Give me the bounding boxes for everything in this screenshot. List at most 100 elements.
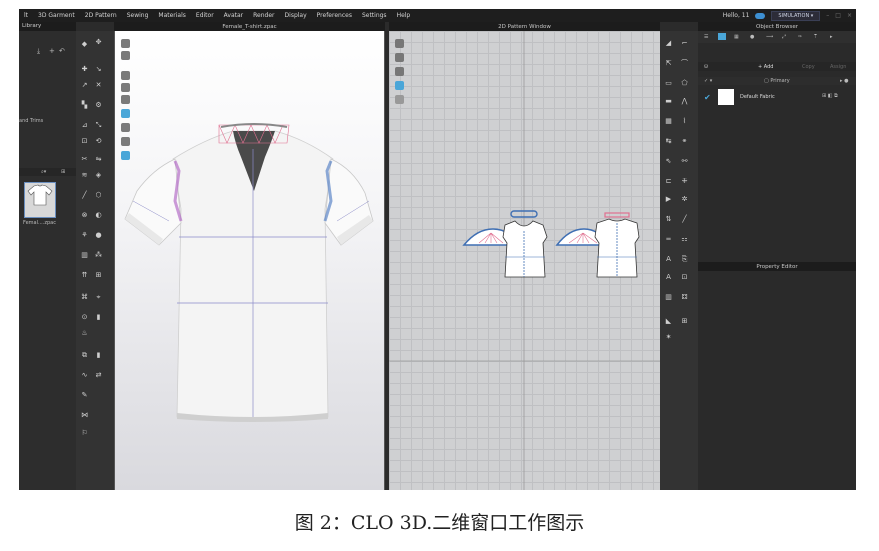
button-tool-icon[interactable]: ◈ bbox=[94, 171, 103, 179]
grid-tool-icon[interactable]: ⊞ bbox=[94, 271, 103, 279]
menu-item-render[interactable]: Render bbox=[248, 12, 279, 19]
annotation-icon[interactable]: ⎘ bbox=[680, 255, 689, 263]
gather-icon[interactable]: ✲ bbox=[680, 195, 689, 203]
measure-tool-icon[interactable]: ⊿ bbox=[80, 121, 89, 129]
filter-icon[interactable]: ⛁ bbox=[704, 64, 708, 70]
minimize-icon[interactable]: – bbox=[826, 12, 829, 19]
pattern-tab-icon[interactable]: ▦ bbox=[734, 34, 739, 40]
measure-2d-icon[interactable]: ▥ bbox=[664, 293, 673, 301]
polygon-icon[interactable]: ⬠ bbox=[680, 79, 689, 87]
arrangement-point-icon[interactable]: ⌖ bbox=[94, 293, 103, 301]
back-icon[interactable]: ↶ bbox=[59, 47, 65, 55]
internal-shape-icon[interactable]: ▬ bbox=[664, 97, 673, 105]
strap-tool-icon[interactable]: ≋ bbox=[80, 171, 89, 179]
viewport-3d[interactable] bbox=[114, 31, 385, 490]
menu-item-help[interactable]: Help bbox=[392, 12, 416, 19]
rectangle-icon[interactable]: ▭ bbox=[664, 79, 673, 87]
menu-item-materials[interactable]: Materials bbox=[153, 12, 191, 19]
text-size-icon[interactable]: A bbox=[664, 273, 673, 281]
tshirt-tab-icon[interactable]: ⍑ bbox=[814, 34, 817, 40]
menu-item-0[interactable]: lt bbox=[19, 12, 33, 19]
topstitch-tool-icon[interactable]: ⊗ bbox=[80, 211, 89, 219]
pin-tool-icon[interactable]: ✕ bbox=[94, 81, 103, 89]
fabric-grid-icon[interactable]: ⊞ bbox=[680, 317, 689, 325]
transform-tool-icon[interactable]: ✚ bbox=[80, 65, 89, 73]
tack-tool-icon[interactable]: ⚙ bbox=[94, 101, 103, 109]
menu-item-sewing[interactable]: Sewing bbox=[122, 12, 154, 19]
seam-allowance-icon[interactable]: ▦ bbox=[664, 117, 673, 125]
grade-icon[interactable]: ⚏ bbox=[680, 235, 689, 243]
shrink-tool-icon[interactable]: ⇄ bbox=[94, 371, 103, 379]
line-tab-icon[interactable]: ⟿ bbox=[766, 34, 773, 40]
menu-item-avatar[interactable]: Avatar bbox=[219, 12, 248, 19]
bake-tool-icon[interactable]: ⚐ bbox=[80, 429, 89, 437]
size-label-icon[interactable]: ⊡ bbox=[680, 273, 689, 281]
fabric-tab-icon[interactable] bbox=[718, 33, 726, 40]
pin-2d-icon[interactable]: ✶ bbox=[664, 333, 673, 341]
viewport-2d[interactable] bbox=[389, 31, 660, 490]
assign-button[interactable]: Assign bbox=[830, 64, 846, 70]
add-button[interactable]: + Add bbox=[758, 64, 773, 70]
curve-edit-icon[interactable]: ⌒ bbox=[680, 59, 689, 67]
menu-item-2d-pattern[interactable]: 2D Pattern bbox=[80, 12, 122, 19]
slash-icon[interactable]: ⚯ bbox=[680, 157, 689, 165]
pattern-select-icon[interactable]: ◢ bbox=[664, 39, 673, 47]
trace-icon[interactable]: ⇖ bbox=[664, 157, 673, 165]
stress-tool-icon[interactable]: ▮ bbox=[94, 313, 103, 321]
more-tab-icon[interactable]: ▸ bbox=[830, 34, 833, 40]
library-item-label[interactable]: and Trims bbox=[19, 118, 43, 124]
download-icon[interactable]: ⤓ bbox=[37, 47, 40, 56]
graphic-tool-icon[interactable]: ▥ bbox=[80, 251, 89, 259]
menu-item-3d-garment[interactable]: 3D Garment bbox=[33, 12, 80, 19]
search-icon[interactable]: ⌕▾ bbox=[41, 169, 46, 175]
simulation-button[interactable]: SIMULATION ▾ bbox=[771, 10, 821, 21]
brush-tool-icon[interactable]: ✎ bbox=[80, 391, 89, 399]
puckering-tool-icon[interactable]: ⁂ bbox=[94, 251, 103, 259]
sew-icon[interactable]: ⌇ bbox=[680, 117, 689, 125]
stitch-line-icon[interactable]: ═ bbox=[664, 235, 673, 243]
arrange-tool-icon[interactable]: ⊡ bbox=[80, 137, 89, 145]
close-icon[interactable]: × bbox=[847, 12, 852, 19]
layer-tool-icon[interactable]: ⧉ bbox=[80, 351, 89, 359]
pressure-tool-icon[interactable]: ⊙ bbox=[80, 313, 89, 321]
texture-tool-icon[interactable]: ◐ bbox=[94, 211, 103, 219]
dart-icon[interactable]: ⋀ bbox=[680, 97, 689, 105]
brush-2d-icon[interactable]: ◣ bbox=[664, 317, 673, 325]
maximize-icon[interactable]: □ bbox=[835, 12, 841, 19]
arrow-tab-icon[interactable]: ⤢ bbox=[782, 34, 786, 40]
edit-tool-icon[interactable]: ↗ bbox=[80, 81, 89, 89]
pleat-icon[interactable]: ▶ bbox=[664, 195, 673, 203]
fold-line-icon[interactable]: ⁜ bbox=[680, 177, 689, 185]
add-icon[interactable]: + bbox=[49, 47, 55, 55]
cut-tool-icon[interactable]: ✂ bbox=[80, 155, 89, 163]
reset-tool-icon[interactable]: ⟲ bbox=[94, 137, 103, 145]
fabric-swatch[interactable] bbox=[718, 89, 734, 105]
zipper-tool-icon[interactable]: ● bbox=[94, 231, 103, 239]
menu-item-preferences[interactable]: Preferences bbox=[312, 12, 357, 19]
line-tool-icon[interactable]: ╱ bbox=[80, 191, 89, 199]
copy-button[interactable]: Copy bbox=[802, 64, 815, 70]
notch-icon[interactable]: ⊏ bbox=[664, 177, 673, 185]
group-options-icon[interactable]: ▸ ● bbox=[840, 78, 848, 84]
needle-tab-icon[interactable]: ✑ bbox=[798, 34, 802, 40]
fitting-tool-icon[interactable]: ⇈ bbox=[80, 271, 89, 279]
shape-tool-icon[interactable]: ⬡ bbox=[94, 191, 103, 199]
pose-tool-icon[interactable]: ⌘ bbox=[80, 293, 89, 301]
heat-tool-icon[interactable]: ♨ bbox=[80, 329, 89, 337]
fur-tool-icon[interactable]: ⋈ bbox=[80, 411, 89, 419]
fold-tool-icon[interactable]: ↘ bbox=[94, 65, 103, 73]
list-view-icon[interactable]: ☰ bbox=[704, 34, 708, 40]
menu-item-settings[interactable]: Settings bbox=[357, 12, 392, 19]
move-tool-icon[interactable]: ✥ bbox=[94, 38, 103, 46]
grain-line-icon[interactable]: ⇅ bbox=[664, 215, 673, 223]
view-toggle-icon[interactable]: ⊞ bbox=[61, 169, 65, 175]
checked-icon[interactable]: ✔ bbox=[704, 93, 711, 102]
segment-sew-icon[interactable]: ↹ bbox=[664, 137, 673, 145]
cloud-icon[interactable] bbox=[755, 12, 766, 19]
fabric-row[interactable]: ✔ Default Fabric ⊞ ◧ ⧉ bbox=[698, 88, 856, 106]
menu-item-display[interactable]: Display bbox=[280, 12, 312, 19]
garment-tool-icon[interactable]: ▚ bbox=[80, 101, 89, 109]
expand-icon[interactable]: ✓ ▾ bbox=[704, 78, 712, 84]
thickness-tool-icon[interactable]: ▮ bbox=[94, 351, 103, 359]
mirror-icon[interactable]: ╱ bbox=[680, 215, 689, 223]
